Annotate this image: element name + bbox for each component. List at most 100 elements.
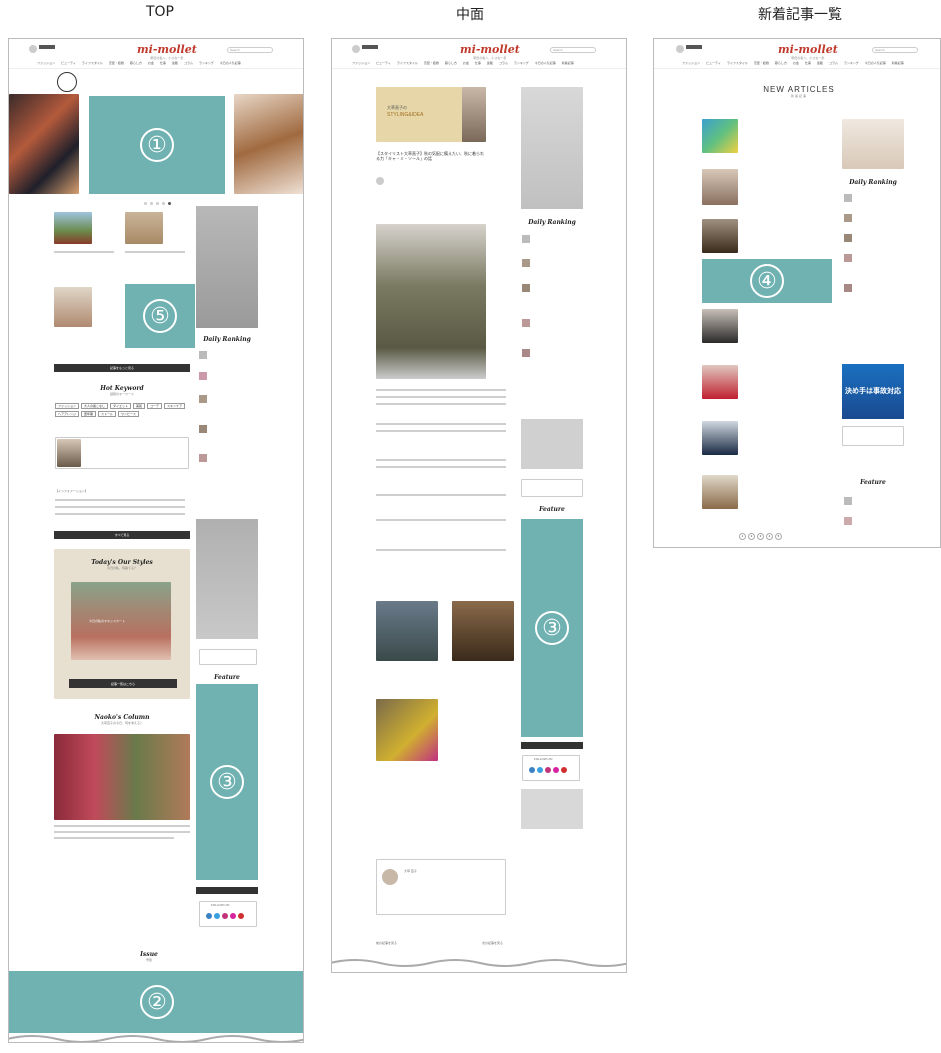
view-list-button[interactable]: 記事一覧はこちら [69, 679, 177, 688]
article-thumb[interactable] [54, 212, 92, 244]
article-thumb[interactable] [125, 212, 163, 244]
page-button[interactable]: 5 [775, 533, 782, 540]
facebook-icon[interactable] [206, 913, 212, 919]
nav-item[interactable]: コラム [184, 61, 193, 65]
nav-item[interactable]: ビューティ [376, 61, 391, 65]
search-input[interactable]: Search [872, 47, 918, 53]
feature-thumb[interactable] [844, 517, 852, 525]
avatar[interactable] [352, 45, 360, 53]
keyword-tag[interactable]: 美肌 [133, 403, 146, 409]
nav-item[interactable]: お金 [793, 61, 799, 65]
side-more-button[interactable] [196, 887, 258, 894]
nav-item[interactable]: 仕事 [475, 61, 481, 65]
ranking-thumb[interactable] [844, 254, 852, 262]
gallery-image[interactable] [452, 601, 514, 661]
article-thumb[interactable] [702, 169, 738, 205]
ranking-thumb[interactable] [522, 235, 530, 243]
carousel-image-left[interactable] [9, 94, 79, 194]
nav-item[interactable]: ライフスタイル [727, 61, 748, 65]
nav-item[interactable]: 連載 [487, 61, 493, 65]
side-ad[interactable] [521, 87, 583, 209]
more-articles-button[interactable]: 記事をもっと見る [54, 364, 190, 372]
page-button[interactable]: 2 [748, 533, 755, 540]
nav-item[interactable]: 恋愛・結婚 [424, 61, 439, 65]
article-thumb[interactable] [702, 119, 738, 153]
twitter-icon[interactable] [537, 767, 543, 773]
page-button[interactable]: 3 [757, 533, 764, 540]
article-thumb[interactable] [702, 421, 738, 455]
keyword-tag[interactable]: 大人の着こなし [81, 403, 109, 409]
article-thumb[interactable] [702, 219, 738, 253]
keyword-tag[interactable]: ストール [98, 411, 117, 417]
ranking-thumb[interactable] [199, 454, 207, 462]
nav-item[interactable]: ランキング [844, 61, 859, 65]
ranking-thumb[interactable] [522, 259, 530, 267]
article-thumb[interactable] [702, 365, 738, 399]
gallery-image[interactable] [376, 699, 438, 761]
keyword-tag[interactable]: ダイエット [110, 403, 132, 409]
youtube-icon[interactable] [238, 913, 244, 919]
nav-item[interactable]: コラム [829, 61, 838, 65]
instagram-icon[interactable] [222, 913, 228, 919]
nav-item[interactable]: ライフスタイル [82, 61, 103, 65]
nav-item[interactable]: ファッション [682, 61, 700, 65]
line-icon[interactable] [230, 913, 236, 919]
promo-banner[interactable] [842, 426, 904, 446]
side-ad[interactable] [842, 119, 904, 169]
ranking-thumb[interactable] [199, 395, 207, 403]
nav-item[interactable]: 連載 [172, 61, 178, 65]
promo-banner[interactable] [521, 479, 583, 497]
nav-item[interactable]: ビューティ [706, 61, 721, 65]
side-ad-2[interactable] [196, 519, 258, 639]
nav-item[interactable]: 今日の人気記事 [220, 61, 241, 65]
nav-item[interactable]: お金 [463, 61, 469, 65]
nav-item[interactable]: ライフスタイル [397, 61, 418, 65]
member-tag[interactable] [362, 45, 378, 49]
nav-item[interactable]: ランキング [199, 61, 214, 65]
nav-item[interactable]: 暮らし方 [775, 61, 787, 65]
article-thumb[interactable] [702, 475, 738, 509]
nav-item[interactable]: お金 [148, 61, 154, 65]
member-tag[interactable] [686, 45, 702, 49]
keyword-tag[interactable]: ワンピース [118, 411, 139, 417]
search-input[interactable]: Search [227, 47, 273, 53]
ranking-thumb[interactable] [199, 372, 207, 380]
ranking-thumb[interactable] [522, 319, 530, 327]
article-thumb[interactable] [54, 287, 92, 327]
nav-item[interactable]: ビューティ [61, 61, 76, 65]
promo-banner[interactable] [199, 649, 257, 665]
instagram-icon[interactable] [545, 767, 551, 773]
nav-item[interactable]: ファッション [37, 61, 55, 65]
keyword-tag[interactable]: コーデ [147, 403, 163, 409]
avatar[interactable] [676, 45, 684, 53]
ranking-thumb[interactable] [844, 284, 852, 292]
page-button[interactable]: 4 [766, 533, 773, 540]
prev-link[interactable]: 前の記事を見る [376, 941, 397, 945]
nav-item[interactable]: 連載 [817, 61, 823, 65]
carousel-dots[interactable] [144, 202, 171, 205]
nav-item[interactable]: ランキング [514, 61, 529, 65]
naoko-column-image[interactable] [54, 734, 190, 820]
page-button[interactable]: 1 [739, 533, 746, 540]
search-input[interactable]: Search [550, 47, 596, 53]
ranking-thumb[interactable] [522, 349, 530, 357]
site-logo[interactable]: mi-mollet 明日の私へ、小さな一歩 [137, 43, 197, 60]
twitter-icon[interactable] [214, 913, 220, 919]
keyword-tag[interactable]: ファッション [55, 403, 80, 409]
keyword-tag[interactable]: スキンケア [164, 403, 185, 409]
avatar[interactable] [29, 45, 37, 53]
side-ad-3[interactable] [521, 789, 583, 829]
site-logo[interactable]: mi-mollet 明日の私へ、小さな一歩 [460, 43, 520, 60]
ranking-thumb[interactable] [522, 284, 530, 292]
nav-item[interactable]: コラム [499, 61, 508, 65]
nav-item[interactable]: 今日の人気記事 [535, 61, 556, 65]
keyword-tag[interactable]: 更年期 [81, 411, 97, 417]
side-more-button[interactable] [521, 742, 583, 749]
keyword-tag[interactable]: ヘアアレンジ [55, 411, 80, 417]
youtube-icon[interactable] [561, 767, 567, 773]
nav-item[interactable]: 暮らし方 [445, 61, 457, 65]
next-link[interactable]: 次の記事を見る [482, 941, 503, 945]
side-ad-2[interactable] [521, 419, 583, 469]
feature-thumb[interactable] [844, 497, 852, 505]
side-ad[interactable] [196, 206, 258, 328]
